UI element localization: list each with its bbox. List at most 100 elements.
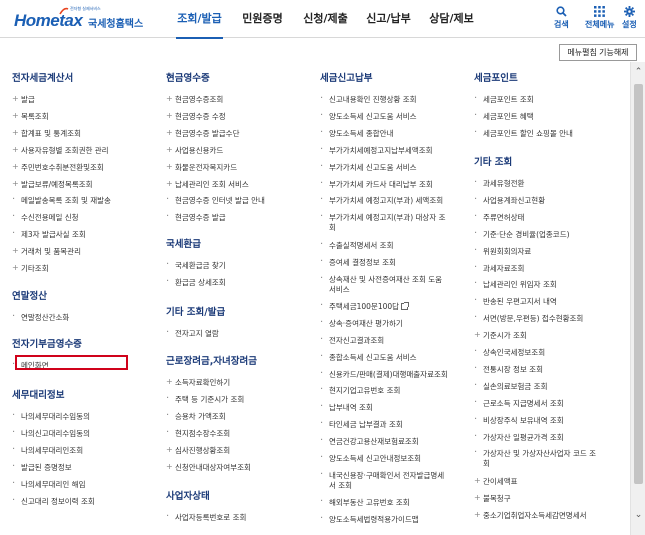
menu-item[interactable]: 화물운전자복지카드 [166,163,237,173]
menu-item[interactable]: 사업용계좌신고현황 [474,196,545,206]
menu-item-label: 나의세무대리수임동의 [21,412,90,421]
menu-item[interactable]: 사용자유형별 조회권한 관리 [12,146,109,156]
menu-item[interactable]: 수출실적명세서 조회 [320,241,393,251]
menu-item[interactable]: 부가가치세 예정고지(부과) 대상자 조 회 [320,213,446,233]
menu-item[interactable]: 승용차 가액조회 [166,412,226,422]
menu-item[interactable]: 발급 [12,95,35,105]
search-button[interactable]: 검색 [554,6,569,30]
menu-item[interactable]: 상속재산 및 사전증여재산 조회 도움 서비스 [320,275,442,295]
menu-item[interactable]: 사업자등록번호로 조회 [166,513,246,523]
menu-item[interactable]: 양도소득세 종합안내 [320,129,393,139]
menu-item[interactable]: 전자고지 열람 [166,329,219,339]
menu-item[interactable]: 연금건강고용산재보험료조회 [320,437,419,447]
menu-item[interactable]: 메일발송목록 조회 및 재발송 [12,196,111,206]
menu-item[interactable]: 현지점수장수조회 [166,429,230,439]
menu-item[interactable]: 소득자료확인하기 [166,378,230,388]
menu-item[interactable]: 부가가치세예정고지납부세액조회 [320,146,433,156]
menu-item[interactable]: 제3자 발급사실 조회 [12,230,86,240]
menu-item[interactable]: 타인세금 납부결과 조회 [320,420,403,430]
menu-item[interactable]: 사업용신용카드 [166,146,223,156]
menu-item[interactable]: 부가가치세 신고도움 서비스 [320,163,417,173]
menu-item[interactable]: 위원회회의자료 [474,247,531,257]
all-menu-button[interactable]: 전체메뉴 [585,6,614,30]
menu-item[interactable]: 현금영수증 발급수단 [166,129,239,139]
vertical-scrollbar[interactable]: ⌃ ⌄ [630,62,645,535]
menu-item[interactable]: 상속·증여재산 평가하기 [320,319,403,329]
menu-item[interactable]: 발급된 증명정보 [12,463,72,473]
menu-item[interactable]: 목록조회 [12,112,49,122]
menu-item[interactable]: 납세관리인 위임자 조회 [474,280,557,290]
menu-item[interactable]: 심사진행상황조회 [166,446,230,456]
menu-item[interactable]: 전통시장 정보 조회 [474,365,543,375]
menu-item[interactable]: 전자신고결과조회 [320,336,384,346]
menu-item[interactable]: 수신전용메일 신청 [12,213,79,223]
menu-item[interactable]: 실손의료보험금 조회 [474,382,547,392]
menu-item[interactable]: 양도소득세 신고도움 서비스 [320,112,417,122]
menu-item[interactable]: 기준시가 조회 [474,331,527,341]
menu-item[interactable]: 내국신용장·구매확인서 전자발급명세 서 조회 [320,471,444,491]
menu-item[interactable]: 상속인국세정보조회 [474,348,545,358]
menu-item[interactable]: 신청안내대상자여부조회 [166,463,251,473]
menu-item[interactable]: 나의세무대리인조회 [12,446,83,456]
nav-consult[interactable]: 상담/제보 [420,0,483,38]
menu-item[interactable]: 과세유형전환 [474,179,524,189]
nav-inquiry-issue[interactable]: 조회/발급 [168,0,231,39]
menu-expand-toggle-button[interactable]: 메뉴펼침 기능해제 [559,44,637,61]
menu-item[interactable]: 가상자산 및 가상자산사업자 코드 조 회 [474,449,596,469]
menu-item[interactable]: 불복청구 [474,494,511,504]
menu-item[interactable]: 환급금 상세조회 [166,278,226,288]
menu-item[interactable]: 증여세 결정정보 조회 [320,258,396,268]
scroll-up-arrow-icon[interactable]: ⌃ [631,66,645,78]
menu-item[interactable]: 현금영수증조회 [166,95,223,105]
menu-item[interactable]: 신고내용확인 진행상황 조회 [320,95,417,105]
menu-item[interactable]: 간이세액표 [474,477,518,487]
menu-item[interactable]: 양도소득세 신고안내정보조회 [320,454,421,464]
settings-button[interactable]: 설정 [622,6,637,30]
menu-item[interactable]: 신용카드/판매(결제)대행매출자료조회 [320,370,448,380]
menu-item-label: 제3자 발급사실 조회 [21,230,86,240]
menu-item[interactable]: 부가가치세 카드사 대리납부 조회 [320,180,433,190]
menu-item[interactable]: 국세환급금 찾기 [166,261,226,271]
menu-item[interactable]: 현금영수증 인터넷 발급 안내 [166,196,265,206]
menu-item[interactable]: 주류면허상태 [474,213,524,223]
nav-certificate[interactable]: 민원증명 [231,0,294,38]
menu-item[interactable]: 현지기업고유번호 조회 [320,386,400,396]
nav-report-pay[interactable]: 신고/납부 [357,0,420,38]
menu-item[interactable]: 거래처 및 품목관리 [12,247,81,257]
menu-item[interactable]: 서면(방문,우편등) 접수현황조회 [474,314,583,324]
menu-item[interactable]: 현금영수증 발급 [166,213,226,223]
menu-item[interactable]: 기준·단순 경비율(업종코드) [474,230,570,240]
menu-item[interactable]: 나의세무대리인 해임 [12,480,85,490]
menu-item[interactable]: 양도소득세법령적용가이드맵 [320,515,419,525]
nav-application[interactable]: 신청/제출 [294,0,357,38]
menu-item[interactable]: 근로소득 지급명세서 조회 [474,399,564,409]
scroll-down-arrow-icon[interactable]: ⌄ [631,509,645,521]
menu-item[interactable]: 납부내역 조회 [320,403,373,413]
menu-item[interactable]: 세금포인트 혜택 [474,112,534,122]
menu-item[interactable]: 세금포인트 할인 쇼핑몰 안내 [474,129,573,139]
menu-item[interactable]: 비상장주식 보유내역 조회 [474,416,564,426]
scroll-thumb[interactable] [634,84,643,484]
menu-item[interactable]: 현금영수증 수정 [166,112,226,122]
menu-item[interactable]: 종합소득세 신고도움 서비스 [320,353,417,363]
menu-item[interactable]: 나의신고대리수임동의 [12,429,90,439]
menu-item[interactable]: 나의세무대리수임동의 [12,412,90,422]
menu-item[interactable]: 신고대리 정보이력 조회 [12,497,95,507]
menu-item[interactable]: 세금포인트 조회 [474,95,534,105]
menu-item[interactable]: 기타조회 [12,264,49,274]
menu-item[interactable]: 중소기업취업자소득세감면명세서 [474,511,587,521]
menu-item[interactable]: 부가가치세 예정고지(부과) 세액조회 [320,196,443,206]
hometax-logo[interactable]: 전자형 실제서비스 Hometax 국세청홈택스 [14,5,164,33]
menu-item[interactable]: 주택 등 기준시가 조회 [166,395,244,405]
menu-item[interactable]: 합계표 및 통계조회 [12,129,81,139]
bullet-icon [320,129,329,137]
menu-item[interactable]: 주택세금100문100답 [320,301,410,312]
menu-item[interactable]: 납세관리인 조회 서비스 [166,180,249,190]
menu-item[interactable]: 반송된 우편고지서 내역 [474,297,557,307]
menu-item[interactable]: 주민번호수취분전환및조회 [12,163,104,173]
menu-item[interactable]: 발급보류/예정목록조회 [12,180,93,190]
menu-item[interactable]: 연말정산간소화 [12,313,69,323]
menu-item[interactable]: 해외부동산 고유번호 조회 [320,498,410,508]
menu-item[interactable]: 가상자산 일평균가격 조회 [474,433,564,443]
menu-item[interactable]: 과세자료조회 [474,264,524,274]
